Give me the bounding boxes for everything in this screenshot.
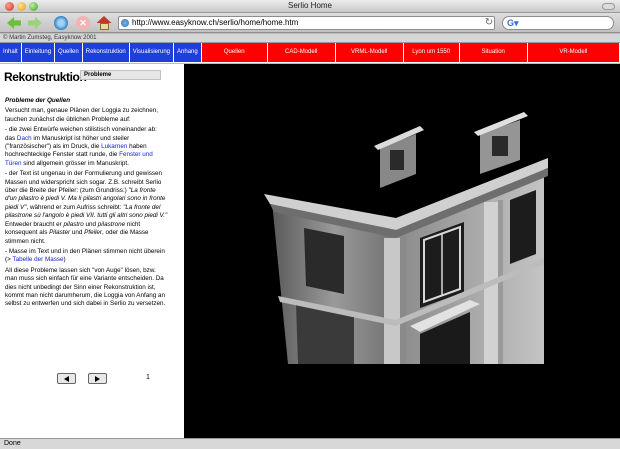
nav-item-quellen[interactable]: Quellen — [55, 43, 83, 62]
site-navigation: Inhalt Einleitung Quellen Rekonstruktion… — [0, 43, 620, 63]
subnav-item-vrml-modell[interactable]: VRML-Modell — [336, 43, 404, 62]
nav-item-einleitung[interactable]: Einleitung — [22, 43, 56, 62]
reload-icon — [54, 16, 68, 30]
toolbar-toggle-button[interactable] — [602, 3, 615, 10]
section-title: Rekonstruktion — [4, 70, 87, 84]
nav-item-inhalt[interactable]: Inhalt — [0, 43, 22, 62]
subnav-item-situation[interactable]: Situation — [460, 43, 528, 62]
next-page-button[interactable] — [88, 373, 107, 384]
back-button[interactable] — [6, 15, 22, 31]
address-bar-url: http://www.easyknow.ch/serlio/home/home.… — [132, 18, 299, 27]
forward-button[interactable] — [27, 15, 43, 31]
forward-arrow-icon — [28, 17, 42, 29]
paragraph-intro: Versucht man, genaue Plänen der Loggia z… — [5, 107, 158, 123]
site-icon — [121, 19, 129, 27]
subnav-item-quellen[interactable]: Quellen — [202, 43, 268, 62]
nav-item-rekonstruktion[interactable]: Rekonstruktion — [83, 43, 130, 62]
text-column: Rekonstruktion Probleme Probleme der Que… — [0, 64, 184, 438]
render-image-panel — [184, 64, 620, 438]
window-titlebar: Serlio Home — [0, 0, 620, 13]
building-render-image — [184, 64, 620, 438]
stop-button[interactable]: ✕ — [75, 15, 91, 31]
link-lukarnen[interactable]: Lukarnen — [101, 143, 127, 150]
search-input[interactable]: G▾ — [502, 16, 614, 30]
address-bar[interactable]: http://www.easyknow.ch/serlio/home/home.… — [118, 16, 495, 30]
reload-button[interactable] — [53, 15, 69, 31]
search-google-icon[interactable]: G▾ — [507, 18, 519, 29]
link-dach[interactable]: Dach — [17, 135, 32, 142]
paragraph-stylistic: - die zwei Entwürfe weichen stilistisch … — [5, 126, 157, 167]
sub-menu: Quellen CAD-Modell VRML-Modell Lyon um 1… — [202, 43, 620, 62]
window-title: Serlio Home — [287, 1, 332, 10]
stop-icon: ✕ — [76, 16, 90, 30]
link-tabelle-der-masse[interactable]: Tabelle der Masse — [12, 256, 63, 263]
page-content: Rekonstruktion Probleme Probleme der Que… — [0, 64, 620, 438]
article-body: Probleme der Quellen Versucht man, genau… — [5, 97, 168, 311]
bookmarks-bar: © Martin Zumsteg, Easyknow 2001 — [0, 34, 620, 43]
paragraph-measures: - Masse im Text und in den Plänen stimme… — [5, 247, 165, 264]
paragraph-text-inaccuracy: - der Text ist ungenau in der Formulieru… — [5, 170, 168, 245]
page-number: 1 — [146, 374, 150, 381]
paragraph-conclusion: All diese Probleme lassen sich "von Auge… — [5, 266, 166, 308]
status-bar: Done — [0, 438, 620, 449]
back-arrow-icon — [7, 17, 21, 29]
section-tab: Probleme — [80, 70, 161, 80]
nav-item-anhang[interactable]: Anhang — [174, 43, 202, 62]
nav-item-visualisierung[interactable]: Visualisierung — [130, 43, 175, 62]
browser-toolbar: ✕ http://www.easyknow.ch/serlio/home/hom… — [0, 13, 620, 33]
previous-page-button[interactable] — [57, 373, 76, 384]
article-subtitle: Probleme der Quellen — [5, 97, 71, 104]
subnav-item-vr-modell[interactable]: VR-Modell — [528, 43, 620, 62]
subnav-item-cad-modell[interactable]: CAD-Modell — [268, 43, 336, 62]
address-reload-icon[interactable]: ↻ — [482, 16, 496, 30]
arrow-left-icon — [64, 375, 69, 382]
home-button[interactable] — [96, 15, 112, 31]
subnav-item-lyon[interactable]: Lyon um 1550 — [404, 43, 460, 62]
home-icon — [96, 16, 112, 30]
arrow-right-icon — [95, 375, 100, 382]
main-menu: Inhalt Einleitung Quellen Rekonstruktion… — [0, 43, 202, 62]
